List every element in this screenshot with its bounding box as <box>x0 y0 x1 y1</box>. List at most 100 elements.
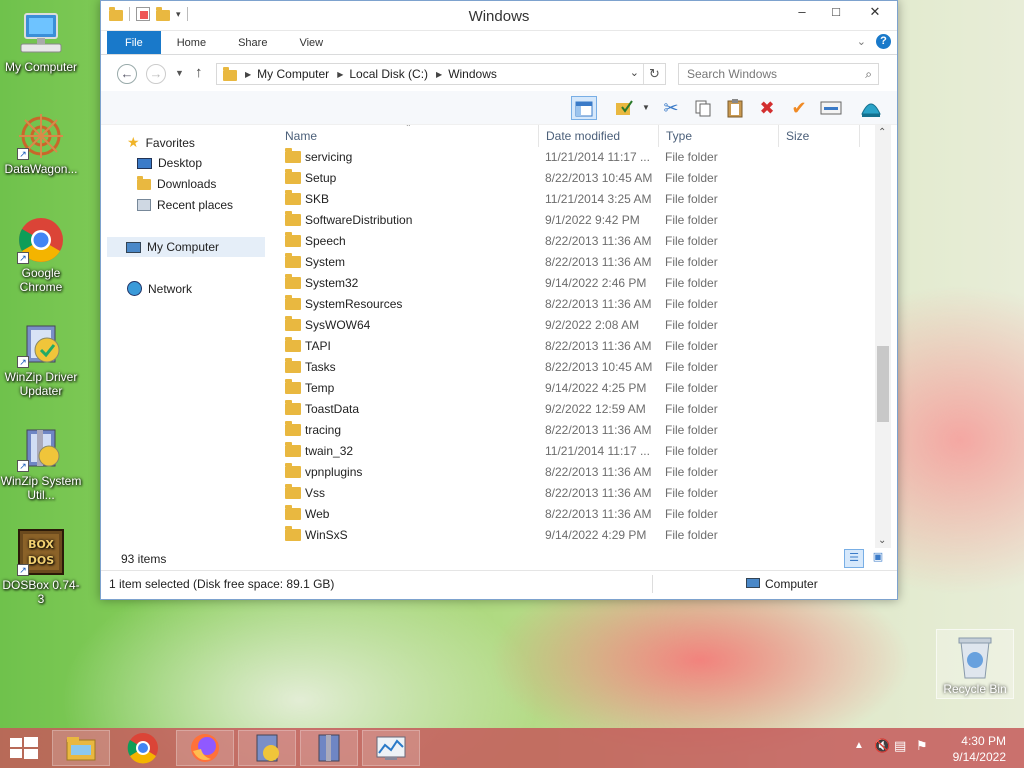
file-type: File folder <box>665 192 718 206</box>
file-row[interactable]: System32 9/14/2022 2:46 PM File folder <box>273 273 873 294</box>
action-center-icon[interactable]: ⚑ <box>916 738 928 754</box>
paste-button[interactable] <box>722 96 748 120</box>
properties-button[interactable] <box>818 96 844 120</box>
breadcrumb-local-disk[interactable]: Local Disk (C:) <box>349 67 428 81</box>
preview-pane-button[interactable] <box>571 96 597 120</box>
shell-icon[interactable] <box>858 96 884 120</box>
tab-view[interactable]: View <box>283 31 339 54</box>
file-row[interactable]: SysWOW64 9/2/2022 2:08 AM File folder <box>273 315 873 336</box>
nav-downloads[interactable]: Downloads <box>137 175 216 191</box>
desktop-icon-winzip-system-utilities[interactable]: ↗ WinZip System Util... <box>0 424 82 502</box>
file-row[interactable]: ToastData 9/2/2022 12:59 AM File folder <box>273 399 873 420</box>
breadcrumb-separator-icon[interactable]: ▶ <box>245 70 251 79</box>
taskbar-resource-monitor[interactable] <box>362 730 420 766</box>
taskbar-firefox[interactable] <box>176 730 234 766</box>
recent-locations-icon[interactable]: ▼ <box>175 68 184 78</box>
nav-label: My Computer <box>147 240 220 254</box>
tab-home[interactable]: Home <box>161 31 222 54</box>
taskbar-google-chrome[interactable] <box>114 730 172 766</box>
column-divider[interactable] <box>658 125 659 147</box>
refresh-icon[interactable]: ↻ <box>643 64 665 84</box>
address-bar[interactable]: ▶ My Computer ▶ Local Disk (C:) ▶ Window… <box>216 63 666 85</box>
expand-ribbon-icon[interactable]: ⌄ <box>857 35 866 48</box>
close-button[interactable]: ✕ <box>853 1 897 25</box>
nav-my-computer[interactable]: My Computer <box>107 237 265 257</box>
tab-share[interactable]: Share <box>222 31 283 54</box>
minimize-button[interactable]: – <box>785 1 819 25</box>
delete-button[interactable]: ✖ <box>754 96 780 120</box>
nav-favorites[interactable]: ★ Favorites <box>127 134 195 151</box>
network-status-icon[interactable]: ▤ <box>894 738 906 754</box>
nav-recent-places[interactable]: Recent places <box>137 198 233 212</box>
desktop-icon-google-chrome[interactable]: ↗ Google Chrome <box>0 216 82 294</box>
vertical-scrollbar[interactable]: ⌃ ⌄ <box>875 125 891 548</box>
taskbar-file-explorer[interactable] <box>52 730 110 766</box>
nav-desktop[interactable]: Desktop <box>137 156 202 170</box>
desktop-icon-dosbox[interactable]: BOX DOS ↗ DOSBox 0.74-3 <box>0 528 82 606</box>
desktop-icon-datawagon[interactable]: ↗ DataWagon... <box>0 112 82 176</box>
file-row[interactable]: SKB 11/21/2014 3:25 AM File folder <box>273 189 873 210</box>
select-dropdown-icon[interactable]: ▼ <box>642 103 650 112</box>
up-button[interactable]: ↑ <box>195 64 203 81</box>
scrollbar-thumb[interactable] <box>877 346 889 422</box>
desktop-icon-recycle-bin[interactable]: Recycle Bin <box>936 629 1014 699</box>
column-divider[interactable] <box>859 125 860 147</box>
file-date-modified: 8/22/2013 11:36 AM <box>545 423 652 437</box>
file-row[interactable]: Speech 8/22/2013 11:36 AM File folder <box>273 231 873 252</box>
column-header-size[interactable]: Size <box>786 129 809 143</box>
scroll-up-icon[interactable]: ⌃ <box>878 127 886 138</box>
breadcrumb-windows[interactable]: Windows <box>448 67 497 81</box>
volume-muted-icon[interactable]: 🔇 <box>874 738 890 754</box>
search-input[interactable]: Search Windows ⌕ <box>678 63 879 85</box>
help-icon[interactable]: ? <box>876 34 891 49</box>
file-row[interactable]: SoftwareDistribution 9/1/2022 9:42 PM File… <box>273 210 873 231</box>
large-icons-view-button[interactable]: ▣ <box>868 549 888 568</box>
breadcrumb-my-computer[interactable]: My Computer <box>257 67 329 81</box>
shortcut-arrow-icon: ↗ <box>17 460 29 472</box>
breadcrumb-separator-icon[interactable]: ▶ <box>337 70 343 79</box>
copy-button[interactable] <box>690 96 716 120</box>
clock[interactable]: 4:30 PM 9/14/2022 <box>953 733 1006 765</box>
taskbar-winzip-driver-updater[interactable] <box>238 730 296 766</box>
column-divider[interactable] <box>778 125 779 147</box>
desktop-icon-my-computer[interactable]: My Computer <box>0 10 82 74</box>
file-row[interactable]: System 8/22/2013 11:36 AM File folder <box>273 252 873 273</box>
taskbar-winzip-system-utilities[interactable] <box>300 730 358 766</box>
svg-text:BOX: BOX <box>28 538 54 551</box>
file-row[interactable]: Tasks 8/22/2013 10:45 AM File folder <box>273 357 873 378</box>
file-type: File folder <box>665 465 718 479</box>
file-row[interactable]: SystemResources 8/22/2013 11:36 AM File fo… <box>273 294 873 315</box>
file-row[interactable]: Web 8/22/2013 11:36 AM File folder <box>273 504 873 525</box>
file-row[interactable]: tracing 8/22/2013 11:36 AM File folder <box>273 420 873 441</box>
rename-button[interactable]: ✔ <box>786 96 812 120</box>
show-hidden-icons-icon[interactable]: ▲ <box>854 740 864 751</box>
cut-button[interactable]: ✂ <box>658 96 684 120</box>
desktop-icon-winzip-driver-updater[interactable]: ↗ WinZip Driver Updater <box>0 320 82 398</box>
column-divider[interactable] <box>538 125 539 147</box>
file-row[interactable]: WinSxS 9/14/2022 4:29 PM File folder <box>273 525 873 546</box>
select-all-button[interactable] <box>611 96 637 120</box>
address-dropdown-icon[interactable]: ⌄ <box>630 66 639 79</box>
forward-button[interactable]: → <box>146 64 166 84</box>
breadcrumb-separator-icon[interactable]: ▶ <box>436 70 442 79</box>
shortcut-arrow-icon: ↗ <box>17 252 29 264</box>
maximize-button[interactable]: □ <box>819 1 853 25</box>
file-row[interactable]: Temp 9/14/2022 4:25 PM File folder <box>273 378 873 399</box>
file-row[interactable]: Setup 8/22/2013 10:45 AM File folder <box>273 168 873 189</box>
file-row[interactable]: twain_32 11/21/2014 11:17 ... File folder <box>273 441 873 462</box>
file-row[interactable]: vpnplugins 8/22/2013 11:36 AM File folder <box>273 462 873 483</box>
start-button[interactable] <box>0 728 48 768</box>
column-header-date-modified[interactable]: Date modified <box>546 129 620 143</box>
column-header-name[interactable]: Name <box>285 129 317 143</box>
details-view-button[interactable]: ☰ <box>844 549 864 568</box>
tab-file[interactable]: File <box>107 31 161 54</box>
file-row[interactable]: TAPI 8/22/2013 11:36 AM File folder <box>273 336 873 357</box>
column-header-type[interactable]: Type <box>666 129 692 143</box>
file-row[interactable]: Vss 8/22/2013 11:36 AM File folder <box>273 483 873 504</box>
back-button[interactable]: ← <box>117 64 137 84</box>
scroll-down-icon[interactable]: ⌄ <box>878 535 886 546</box>
nav-network[interactable]: Network <box>127 281 192 296</box>
title-bar[interactable]: ▾ Windows – □ ✕ <box>101 1 897 31</box>
file-type: File folder <box>665 213 718 227</box>
file-row[interactable]: servicing 11/21/2014 11:17 ... File folder <box>273 147 873 168</box>
